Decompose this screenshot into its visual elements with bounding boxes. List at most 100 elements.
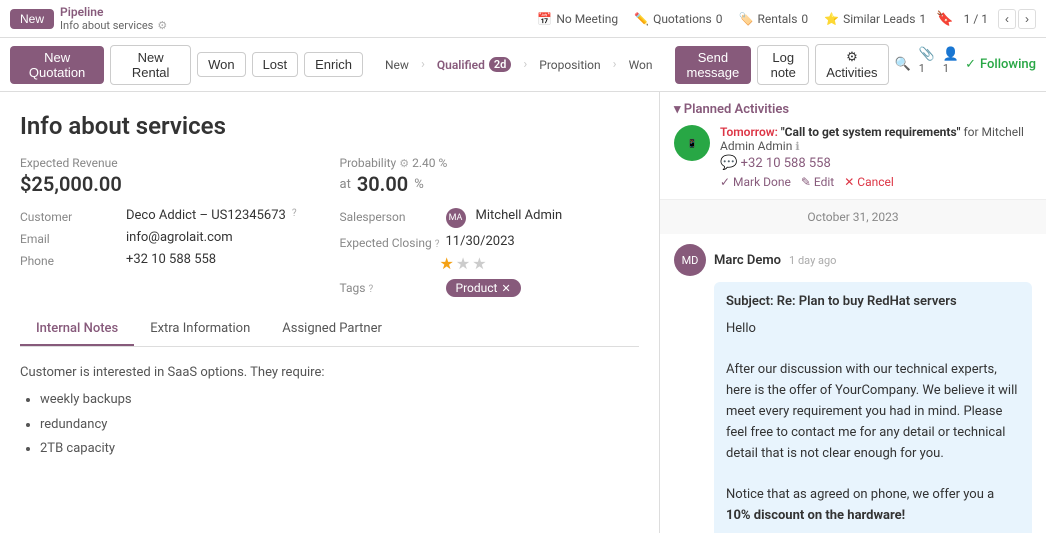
probability-label: Probability ⚙ 2.40 % xyxy=(340,156,640,170)
salesperson-field: Salesperson MA Mitchell Admin xyxy=(340,208,640,228)
rating-stars[interactable]: ★ ★ ★ xyxy=(440,254,487,273)
expected-revenue-value[interactable]: $25,000.00 xyxy=(20,172,320,196)
salesperson-avatar: MA xyxy=(446,208,466,228)
salesperson-label: Salesperson xyxy=(340,208,440,224)
star-1[interactable]: ★ xyxy=(440,254,454,273)
email-label: Email xyxy=(20,230,120,246)
activity-body: Tomorrow: "Call to get system requiremen… xyxy=(720,125,1032,189)
tag-remove-icon[interactable]: ✕ xyxy=(501,282,510,295)
closing-help-icon: ? xyxy=(435,239,440,250)
new-rental-button[interactable]: New Rental xyxy=(110,45,191,85)
top-fields: Expected Revenue $25,000.00 Probability … xyxy=(20,156,639,196)
top-bar-right: 🔖 1 / 1 ‹ › xyxy=(936,9,1036,29)
stage-won[interactable]: Won xyxy=(619,55,663,75)
nav-arrows: ‹ › xyxy=(998,9,1036,29)
action-bar: New Quotation New Rental Won Lost Enrich… xyxy=(0,38,1046,92)
probability-field: Probability ⚙ 2.40 % at 30.00 % xyxy=(340,156,640,196)
attachment-icon[interactable]: 📎1 xyxy=(919,47,935,81)
rentals-button[interactable]: 🏷️ Rentals 0 xyxy=(739,12,809,26)
cancel-activity-button[interactable]: ✕ Cancel xyxy=(844,175,894,189)
email-value[interactable]: info@agrolait.com xyxy=(126,230,233,245)
tab-extra-information[interactable]: Extra Information xyxy=(134,313,266,346)
star-3[interactable]: ★ xyxy=(472,254,486,273)
won-button[interactable]: Won xyxy=(197,52,246,77)
tag-product[interactable]: Product ✕ xyxy=(446,279,521,297)
planned-activities-title: ▾ Planned Activities xyxy=(674,102,1032,117)
following-button[interactable]: ✓ Following xyxy=(965,57,1036,72)
info-icon: ℹ xyxy=(795,140,799,153)
expected-closing-value[interactable]: 11/30/2023 xyxy=(446,234,515,249)
main-fields: Customer Deco Addict – US12345673 ? Emai… xyxy=(20,208,639,297)
chatter-panel: ▾ Planned Activities 📱 Tomorrow: "Call t… xyxy=(660,92,1046,533)
edit-activity-button[interactable]: ✎ Edit xyxy=(801,175,834,189)
message-1: MD Marc Demo 1 day ago Subject: Re: Plan… xyxy=(660,234,1046,533)
expected-revenue-label: Expected Revenue xyxy=(20,156,320,170)
tags-help-icon: ? xyxy=(368,284,373,295)
probability-gear-icon[interactable]: ⚙ xyxy=(399,157,409,170)
next-record-button[interactable]: › xyxy=(1018,9,1036,29)
planned-activities-section: ▾ Planned Activities 📱 Tomorrow: "Call t… xyxy=(660,92,1046,200)
settings-icon[interactable]: ⚙ xyxy=(157,19,167,32)
activity-avatar: 📱 xyxy=(674,125,710,161)
log-note-button[interactable]: Log note xyxy=(757,45,809,85)
rentals-icon: 🏷️ xyxy=(739,12,754,26)
phone-label: Phone xyxy=(20,252,120,268)
checkmark-icon: ✓ xyxy=(965,57,976,72)
breadcrumb-pipeline[interactable]: Pipeline xyxy=(60,5,167,19)
right-fields: Salesperson MA Mitchell Admin Expected C… xyxy=(340,208,640,297)
message-1-body: Subject: Re: Plan to buy RedHat servers … xyxy=(714,282,1032,533)
top-bar-center: 📅 No Meeting ✏️ Quotations 0 🏷️ Rentals … xyxy=(537,12,926,26)
stage-proposition[interactable]: Proposition xyxy=(529,55,610,75)
detail-tabs: Internal Notes Extra Information Assigne… xyxy=(20,313,639,347)
prev-record-button[interactable]: ‹ xyxy=(998,9,1016,29)
new-record-button[interactable]: New xyxy=(10,9,54,29)
notes-item-1: weekly backups xyxy=(40,390,639,411)
phone-value[interactable]: +32 10 588 558 xyxy=(126,252,216,267)
phone-field: Phone +32 10 588 558 xyxy=(20,252,320,268)
msg1-line-1: Hello xyxy=(726,319,1020,340)
tab-assigned-partner[interactable]: Assigned Partner xyxy=(266,313,398,346)
activities-button[interactable]: ⚙ Activities xyxy=(815,44,888,85)
msg1-line-2: After our discussion with our technical … xyxy=(726,360,1020,464)
left-fields: Customer Deco Addict – US12345673 ? Emai… xyxy=(20,208,320,297)
message-1-header: MD Marc Demo 1 day ago xyxy=(674,244,1032,276)
message-1-subject: Subject: Re: Plan to buy RedHat servers xyxy=(726,292,1020,313)
breadcrumb: Pipeline Info about services ⚙ xyxy=(60,5,167,32)
expected-revenue-field: Expected Revenue $25,000.00 xyxy=(20,156,320,196)
quotations-icon: ✏️ xyxy=(634,12,649,26)
notes-item-2: redundancy xyxy=(40,415,639,436)
salesperson-value[interactable]: Mitchell Admin xyxy=(476,208,563,223)
probability-manual: at 30.00 % xyxy=(340,172,640,196)
message-1-avatar: MD xyxy=(674,244,706,276)
activity-phone: 💬 +32 10 588 558 xyxy=(720,155,1032,171)
similar-leads-button[interactable]: ⭐ Similar Leads 1 xyxy=(824,12,926,26)
enrich-button[interactable]: Enrich xyxy=(304,52,363,77)
stage-qualified[interactable]: Qualified 2d xyxy=(427,54,522,75)
mark-done-button[interactable]: ✓ Mark Done xyxy=(720,175,791,189)
breadcrumb-sub: Info about services ⚙ xyxy=(60,19,167,32)
lost-button[interactable]: Lost xyxy=(252,52,299,77)
notes-intro: Customer is interested in SaaS options. … xyxy=(20,363,639,384)
email-field: Email info@agrolait.com xyxy=(20,230,320,246)
probability-manual-value[interactable]: 30.00 xyxy=(357,172,408,196)
meeting-button[interactable]: 📅 No Meeting xyxy=(537,12,618,26)
tags-field: Tags ? Product ✕ xyxy=(340,279,640,297)
search-icon[interactable]: 🔍 xyxy=(895,57,911,72)
record-title: Info about services xyxy=(20,112,639,140)
send-message-button[interactable]: Send message xyxy=(675,46,752,84)
expected-closing-field: Expected Closing ? 11/30/2023 xyxy=(340,234,640,250)
stage-new[interactable]: New xyxy=(375,55,419,75)
quotations-button[interactable]: ✏️ Quotations 0 xyxy=(634,12,722,26)
activity-actions: ✓ Mark Done ✎ Edit ✕ Cancel xyxy=(720,175,1032,189)
followers-icon[interactable]: 👤1 xyxy=(943,47,959,81)
notes-list: weekly backups redundancy 2TB capacity xyxy=(40,390,639,460)
tab-internal-notes[interactable]: Internal Notes xyxy=(20,313,134,346)
customer-label: Customer xyxy=(20,208,120,224)
bookmark-icon[interactable]: 🔖 xyxy=(936,11,953,27)
icon-buttons: 🔍 📎1 👤1 xyxy=(895,47,960,81)
customer-value[interactable]: Deco Addict – US12345673 xyxy=(126,208,286,223)
new-quotation-button[interactable]: New Quotation xyxy=(10,46,104,84)
notes-item-3: 2TB capacity xyxy=(40,439,639,460)
top-bar: New Pipeline Info about services ⚙ 📅 No … xyxy=(0,0,1046,38)
star-2[interactable]: ★ xyxy=(456,254,470,273)
